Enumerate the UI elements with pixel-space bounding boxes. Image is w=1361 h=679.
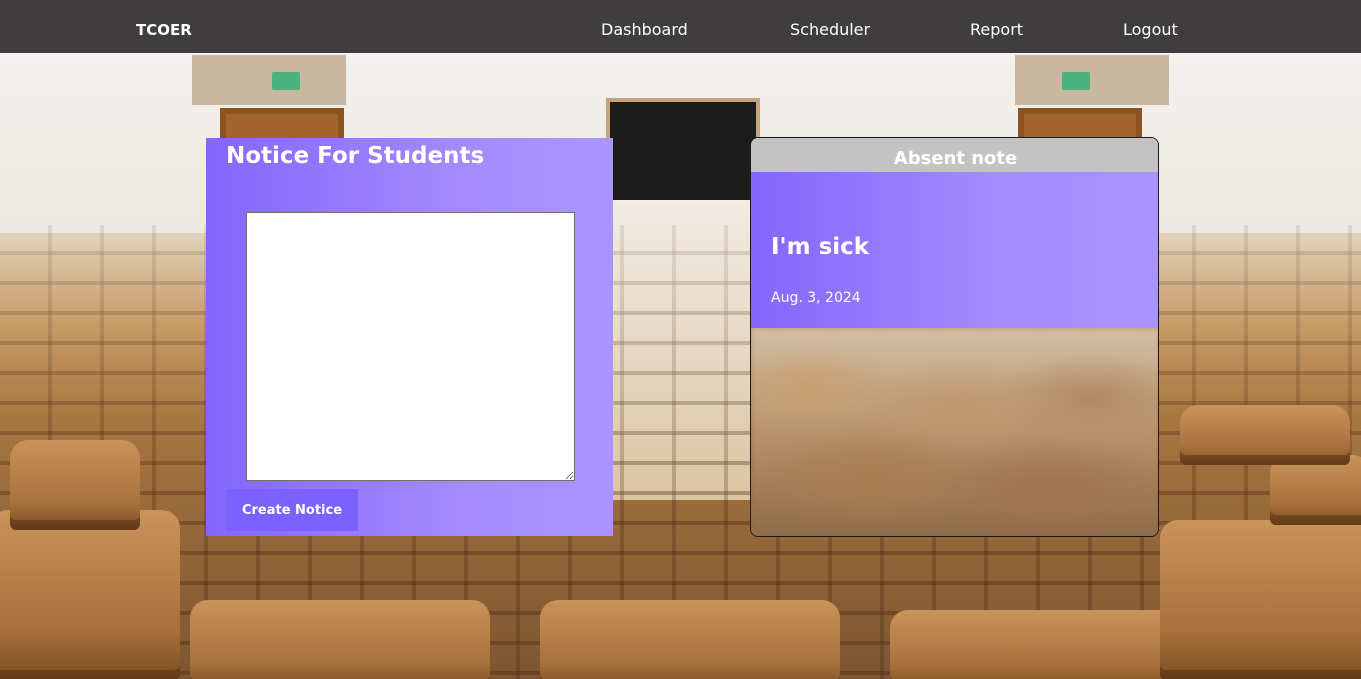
absent-note-item-date: Aug. 3, 2024 xyxy=(771,290,861,306)
create-notice-button[interactable]: Create Notice xyxy=(226,489,358,531)
door-frame-right xyxy=(1015,55,1169,105)
chair xyxy=(10,440,140,530)
chair xyxy=(190,600,490,679)
exit-sign-right xyxy=(1062,72,1090,90)
nav-report-link[interactable]: Report xyxy=(970,0,1023,53)
card-blur-backdrop xyxy=(751,328,1158,536)
door-frame-left xyxy=(192,55,346,105)
nav-logout-link[interactable]: Logout xyxy=(1123,0,1178,53)
absent-note-card: Absent note I'm sick Aug. 3, 2024 xyxy=(750,137,1159,537)
top-navbar: TCOER Dashboard Scheduler Report Logout xyxy=(0,0,1361,53)
notice-textarea[interactable] xyxy=(246,212,575,481)
nav-dashboard-link[interactable]: Dashboard xyxy=(601,0,688,53)
notice-card: Notice For Students Create Notice xyxy=(206,138,613,536)
chair xyxy=(540,600,840,679)
notice-title: Notice For Students xyxy=(226,143,485,169)
nav-scheduler-link[interactable]: Scheduler xyxy=(790,0,870,53)
exit-sign-left xyxy=(272,72,300,90)
chair xyxy=(1160,520,1361,679)
absent-note-item-title: I'm sick xyxy=(771,234,870,260)
chair xyxy=(1180,405,1350,465)
chair xyxy=(1270,455,1361,525)
brand-logo[interactable]: TCOER xyxy=(136,0,192,53)
absent-note-item[interactable]: I'm sick Aug. 3, 2024 xyxy=(751,172,1158,328)
absent-note-title: Absent note xyxy=(893,148,1018,169)
chair xyxy=(0,510,180,679)
projector-screen xyxy=(606,98,760,206)
